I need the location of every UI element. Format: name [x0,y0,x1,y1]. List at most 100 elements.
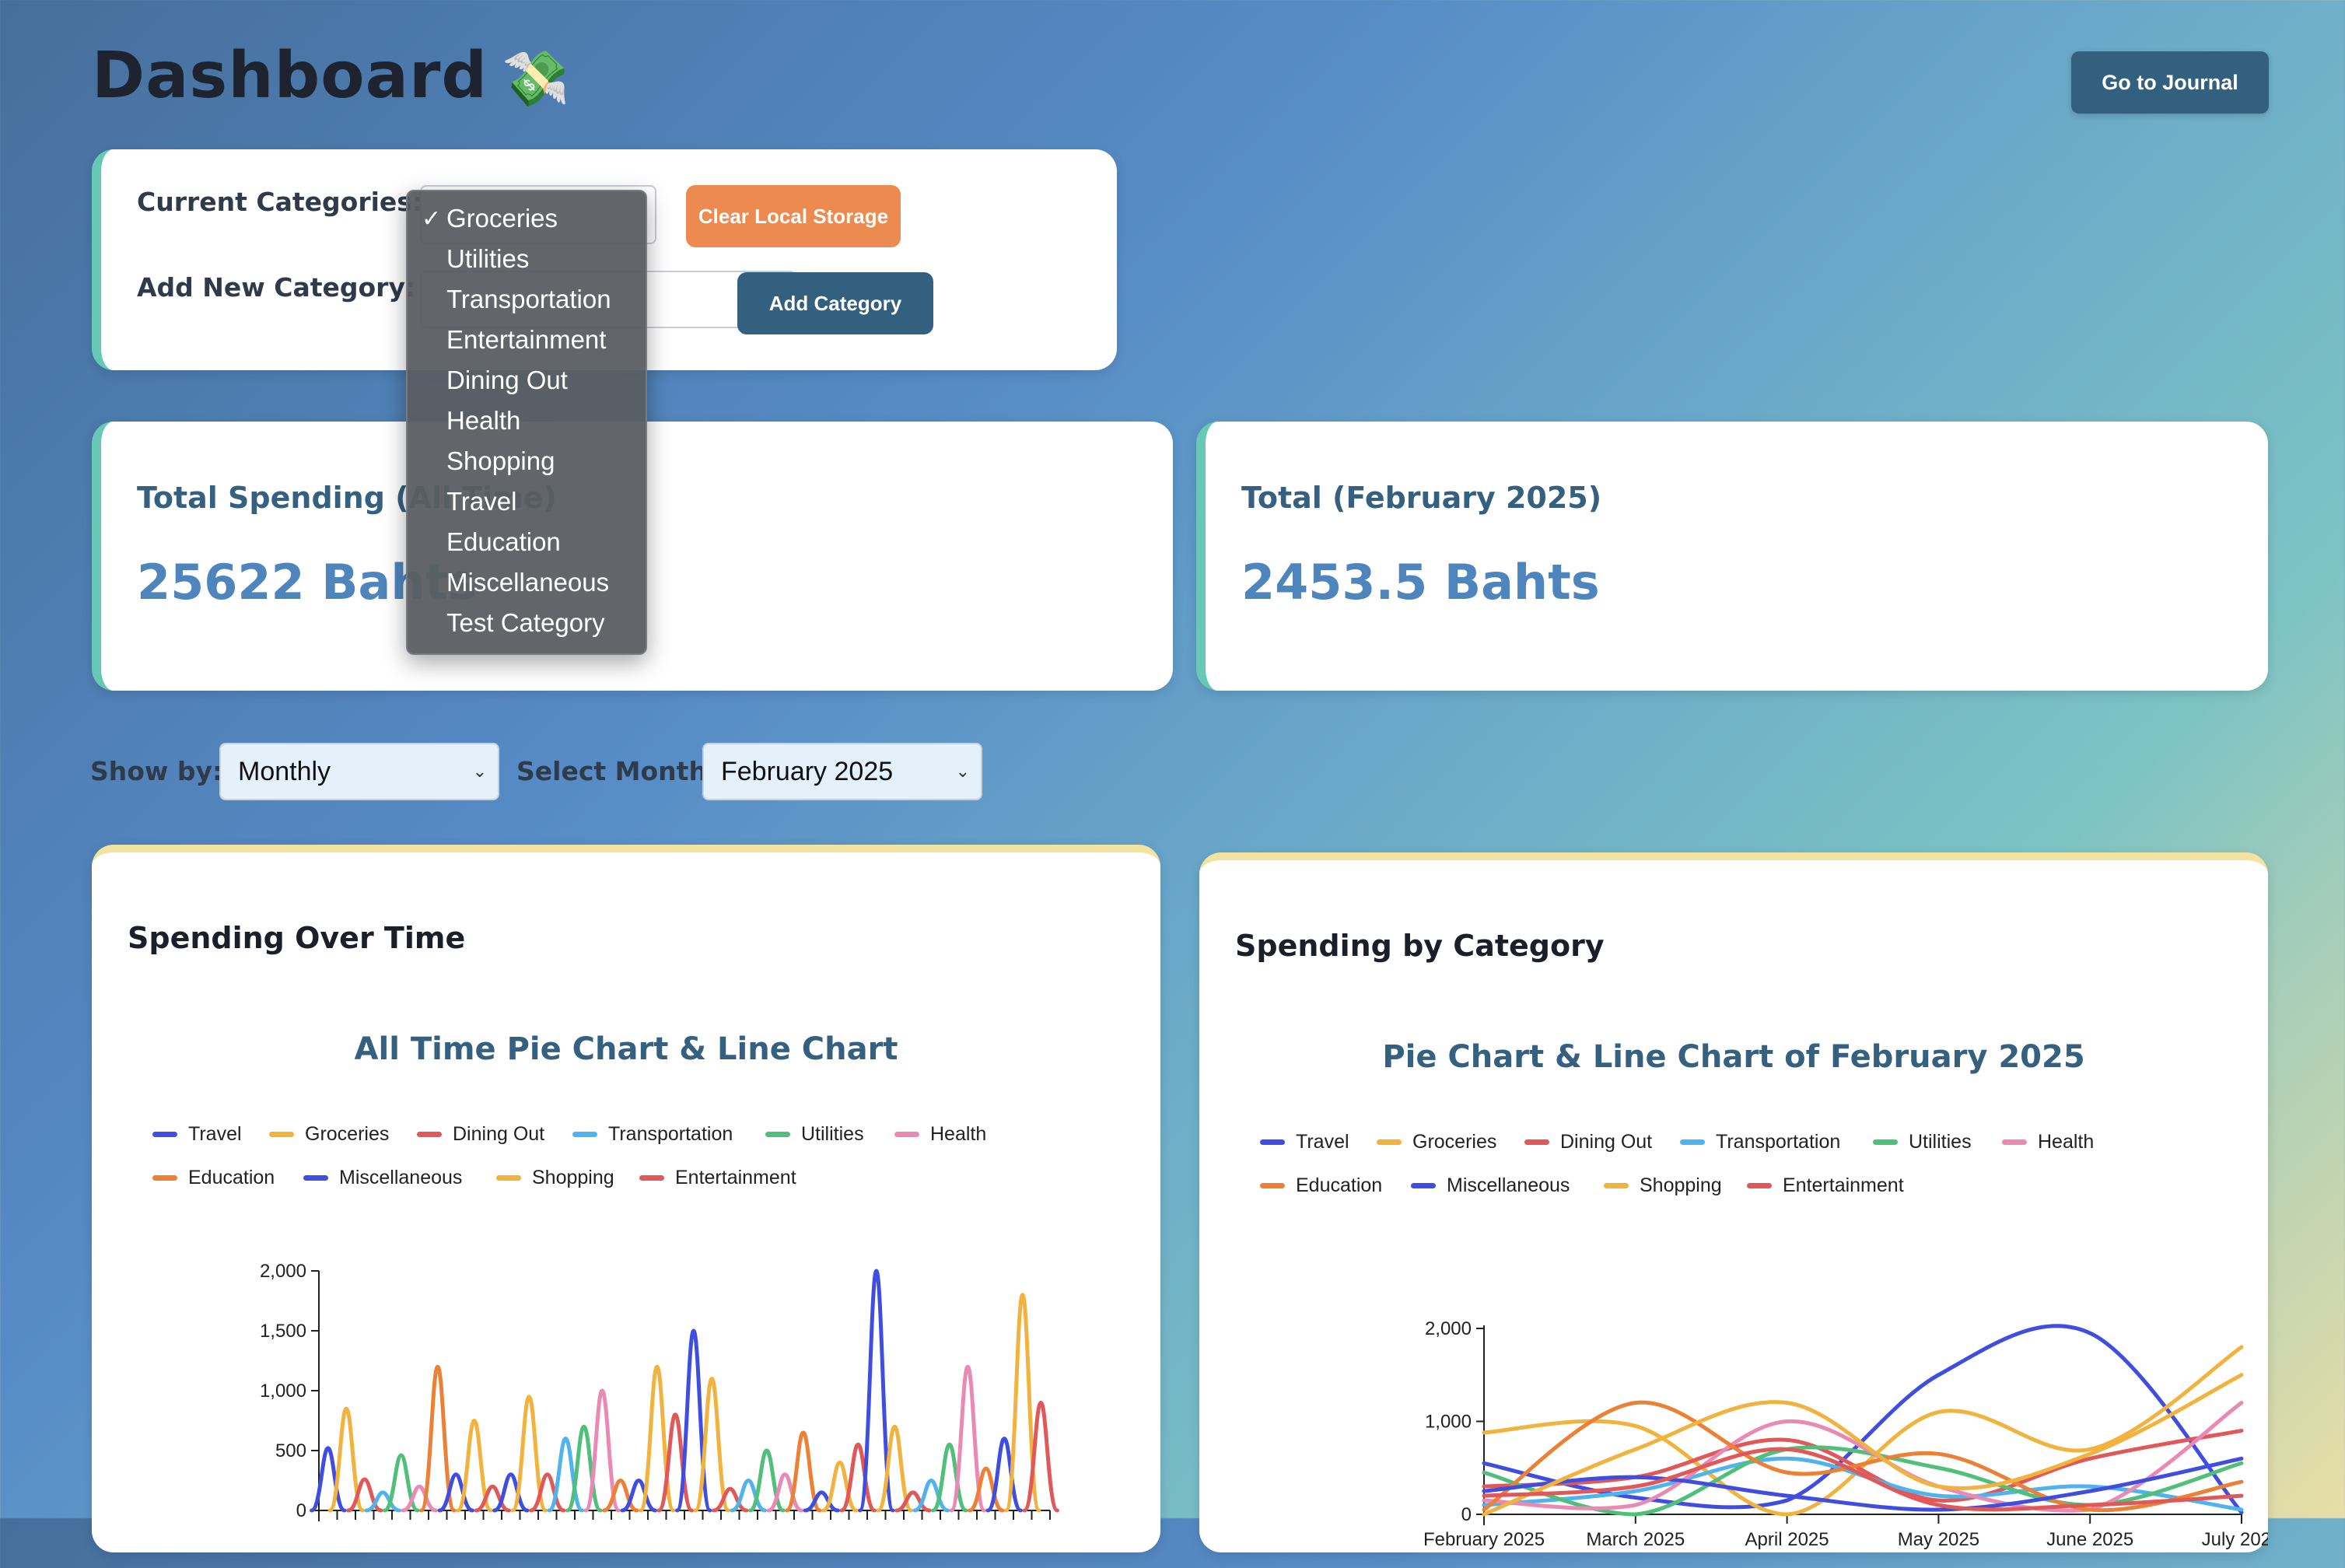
legend-item[interactable]: Dining Out [417,1123,544,1146]
legend-swatch [1260,1183,1285,1188]
show-by-select[interactable]: Monthly ⌄ [219,743,499,800]
legend-item[interactable]: Entertainment [639,1167,796,1189]
chevron-down-icon: ⌄ [955,761,970,781]
y-tick-label: 1,500 [260,1321,306,1342]
go-to-journal-button[interactable]: Go to Journal [2071,51,2269,114]
legend-label: Transportation [608,1123,733,1145]
series-line-shopping [1004,1293,1041,1513]
legend-label: Travel [1296,1131,1349,1153]
legend-swatch [572,1132,597,1137]
dropdown-option[interactable]: Dining Out [446,366,568,395]
month-total-card: Total (February 2025) 2453.5 Bahts [1196,422,2268,691]
legend-swatch [152,1175,177,1181]
legend-swatch [1377,1139,1402,1145]
legend-label: Utilities [1909,1131,1972,1153]
legend-item[interactable]: Groceries [1377,1131,1496,1153]
y-tick-label: 0 [1461,1504,1472,1525]
dropdown-option[interactable]: Shopping [446,446,555,476]
spending-over-time-heading: Spending Over Time [128,921,466,955]
dropdown-option[interactable]: Utilities [446,244,529,274]
dropdown-option[interactable]: Travel [446,487,516,516]
legend-label: Groceries [1412,1131,1497,1153]
dropdown-option[interactable]: Groceries [446,204,558,233]
legend-swatch [1680,1139,1705,1145]
legend-label: Education [188,1167,275,1188]
legend-item[interactable]: Miscellaneous [303,1167,462,1189]
february-chart-title: Pie Chart & Line Chart of February 2025 [1382,1039,2085,1075]
dropdown-option[interactable]: Transportation [446,285,611,314]
legend-label: Health [930,1123,987,1145]
legend-swatch [417,1132,442,1137]
legend-label: Entertainment [675,1167,796,1188]
spending-by-category-card: Spending by Category Pie Chart & Line Ch… [1199,852,2268,1552]
legend-item[interactable]: Travel [152,1123,242,1146]
clear-local-storage-button[interactable]: Clear Local Storage [686,185,901,247]
legend-swatch [1747,1183,1772,1188]
legend-swatch [496,1175,521,1181]
select-month-value: February 2025 [721,756,894,786]
all-time-chart-title: All Time Pie Chart & Line Chart [354,1031,898,1067]
show-by-value: Monthly [238,756,331,786]
right-chart-legend: Travel Groceries Dining Out Transportati… [1260,1131,2240,1196]
legend-label: Health [2038,1131,2095,1153]
legend-swatch [1411,1183,1436,1188]
select-month-select[interactable]: February 2025 ⌄ [702,743,982,800]
legend-label: Utilities [801,1123,864,1145]
spending-over-time-card: Spending Over Time All Time Pie Chart & … [92,845,1160,1552]
page-title: Dashboard 💸 [92,39,570,113]
spending-over-time-line-chart: 05001,0001,5002,000 [260,1261,1059,1521]
legend-item[interactable]: Dining Out [1524,1131,1652,1153]
legend-swatch [2002,1139,2027,1145]
y-tick-label: 1,000 [1425,1412,1472,1433]
x-tick-label: April 2025 [1745,1529,1829,1550]
legend-label: Dining Out [453,1123,545,1145]
legend-item[interactable]: Shopping [1604,1174,1722,1197]
series-line-miscellaneous [803,1490,840,1513]
checkmark-icon: ✓ [422,206,442,232]
add-category-button[interactable]: Add Category [737,272,933,334]
month-total-title: Total (February 2025) [1241,481,1602,515]
x-tick-label: May 2025 [1898,1529,1979,1550]
legend-item[interactable]: Education [152,1167,275,1189]
legend-item[interactable]: Groceries [269,1123,389,1146]
month-total-value: 2453.5 Bahts [1241,554,1600,611]
series-line-shopping [639,1364,676,1513]
dropdown-option[interactable]: Health [446,406,520,436]
legend-label: Shopping [532,1167,614,1188]
legend-item[interactable]: Travel [1260,1131,1349,1153]
legend-swatch [894,1132,919,1137]
legend-item[interactable]: Transportation [572,1123,733,1146]
x-tick-label: June 2025 [2046,1529,2133,1550]
select-month-label: Select Month: [516,756,718,786]
legend-swatch [1604,1183,1629,1188]
legend-item[interactable]: Utilities [765,1123,864,1146]
y-tick-label: 500 [275,1440,306,1461]
legend-item[interactable]: Health [2002,1131,2094,1153]
legend-item[interactable]: Transportation [1680,1131,1840,1153]
legend-item[interactable]: Health [894,1123,986,1146]
legend-swatch [269,1132,294,1137]
legend-label: Miscellaneous [1447,1174,1570,1196]
legend-item[interactable]: Utilities [1873,1131,1972,1153]
spending-by-category-heading: Spending by Category [1235,929,1605,963]
legend-swatch [765,1132,790,1137]
dropdown-option[interactable]: Education [446,527,561,557]
legend-swatch [1260,1139,1285,1145]
series-line-utilities [748,1448,786,1513]
legend-item[interactable]: Shopping [496,1167,614,1189]
x-tick-label: July 2025 [2202,1529,2268,1550]
legend-item[interactable]: Entertainment [1747,1174,1904,1197]
dropdown-option[interactable]: Miscellaneous [446,568,609,597]
legend-item[interactable]: Education [1260,1174,1382,1197]
legend-swatch [1873,1139,1898,1145]
legend-swatch [152,1132,177,1137]
legend-item[interactable]: Miscellaneous [1411,1174,1570,1197]
chevron-down-icon: ⌄ [472,761,487,781]
dropdown-option[interactable]: Entertainment [446,325,606,355]
category-dropdown-menu[interactable]: ✓ Groceries Utilities Transportation Ent… [406,190,647,655]
left-chart-legend: Travel Groceries Dining Out Transportati… [152,1123,1132,1188]
y-tick-label: 2,000 [1425,1318,1472,1339]
page-title-text: Dashboard [92,39,488,113]
dropdown-option[interactable]: Test Category [446,608,605,638]
legend-swatch [1524,1139,1549,1145]
